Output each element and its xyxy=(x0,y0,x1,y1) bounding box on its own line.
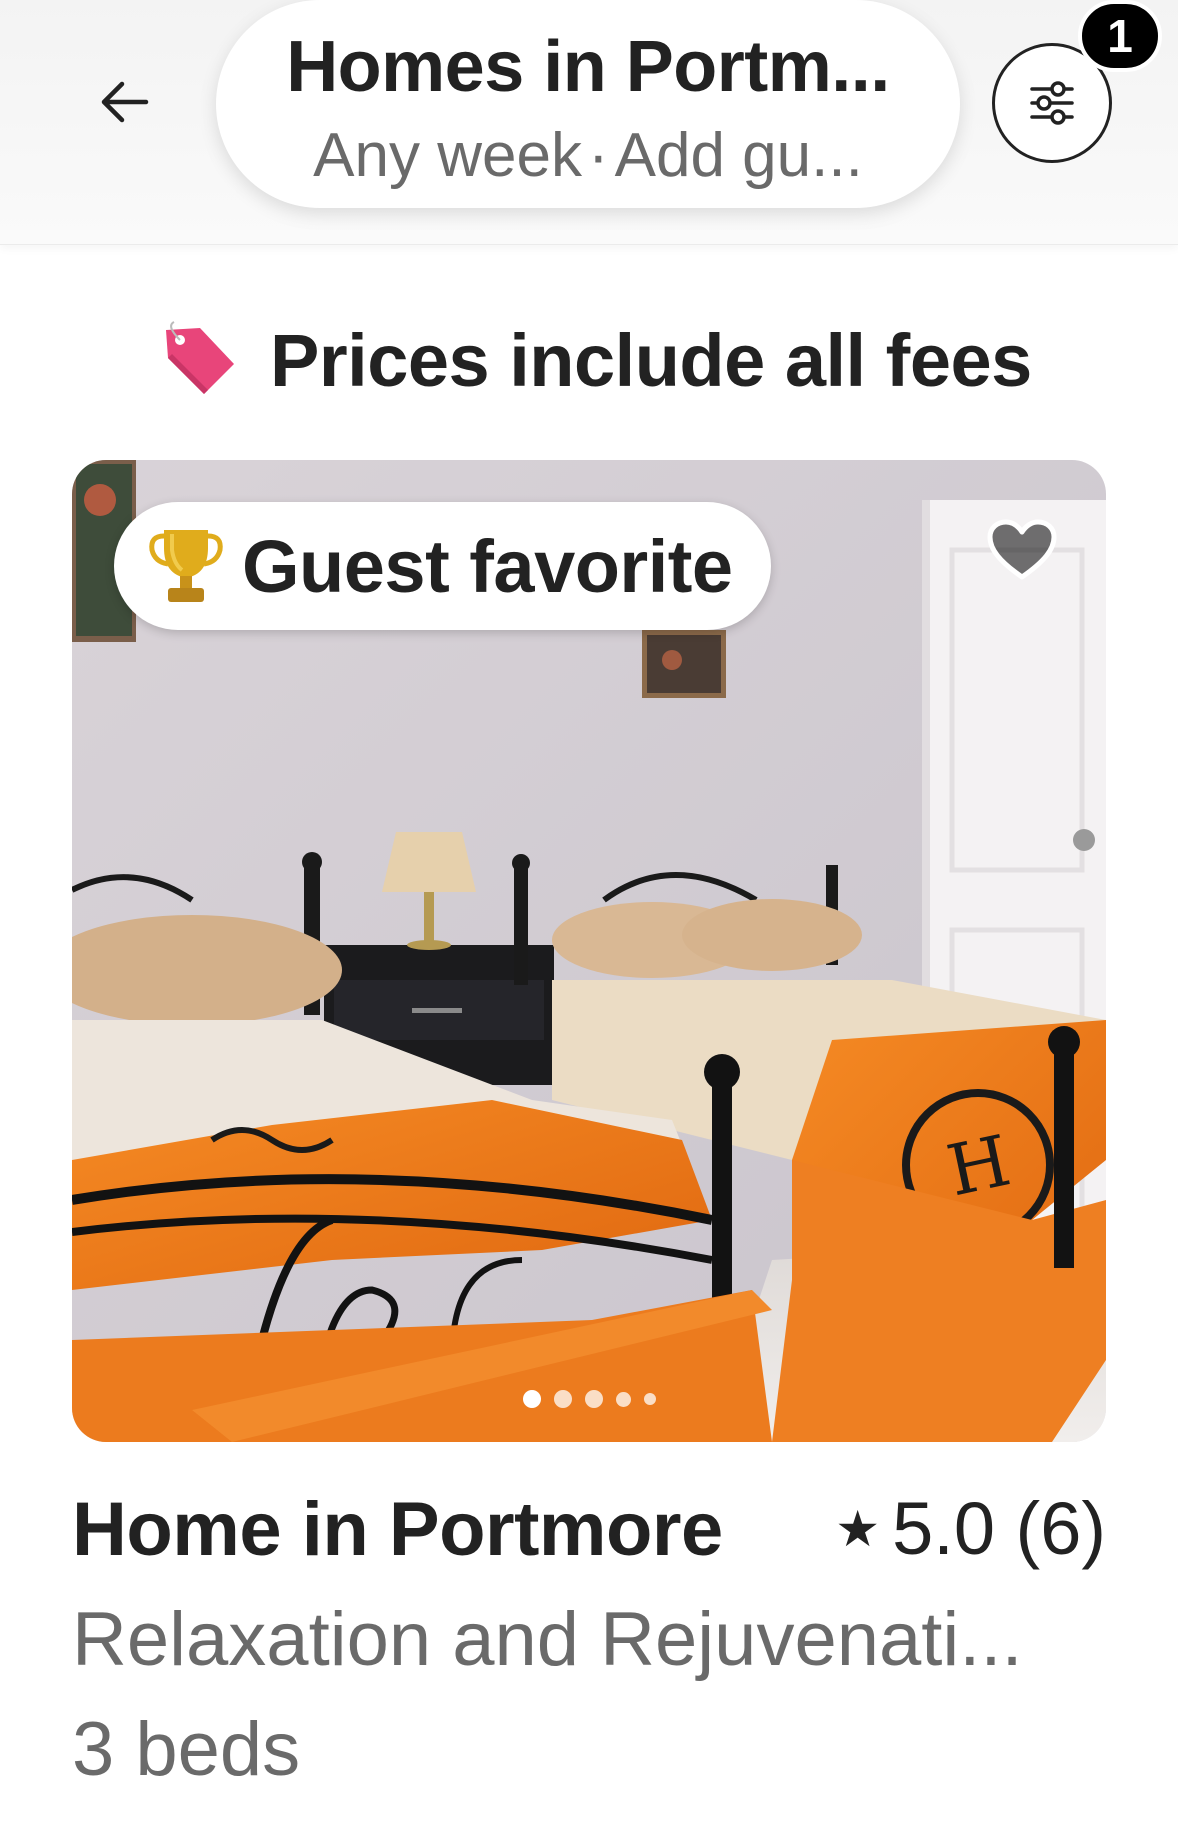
arrow-left-icon xyxy=(101,81,149,123)
price-tag-icon xyxy=(166,321,234,394)
listing-beds: 3 beds xyxy=(72,1707,301,1792)
price-notice-text: Prices include all fees xyxy=(270,318,1032,402)
listing-description: Relaxation and Rejuvenati... xyxy=(72,1597,1023,1682)
filter-count-badge: 1 xyxy=(1078,0,1162,72)
heart-icon xyxy=(987,519,1057,580)
star-icon: ★ xyxy=(835,1500,881,1557)
price-notice: Prices include all fees xyxy=(160,310,1032,410)
search-summary-button[interactable]: Homes in Portm... Any week·Add gu... xyxy=(216,0,960,208)
sliders-icon xyxy=(1030,81,1074,125)
search-dates: Any week xyxy=(313,121,582,190)
guest-favorite-badge: Guest favorite xyxy=(114,502,771,630)
photo-dot[interactable] xyxy=(584,1390,603,1408)
search-header: Homes in Portm... Any week·Add gu... 1 xyxy=(0,0,1178,245)
photo-dot[interactable] xyxy=(615,1391,631,1407)
trophy-icon xyxy=(149,530,223,602)
photo-dot[interactable] xyxy=(643,1393,656,1405)
search-location: Homes in Portm... xyxy=(286,27,890,107)
separator-dot: · xyxy=(587,121,609,190)
photo-pagination[interactable] xyxy=(72,1390,1106,1408)
photo-dot[interactable] xyxy=(553,1390,572,1408)
rating-value: 5.0 (6) xyxy=(892,1487,1106,1570)
photo-dot[interactable] xyxy=(522,1390,541,1408)
listing-rating: ★ 5.0 (6) xyxy=(835,1486,1106,1571)
back-button[interactable] xyxy=(94,72,154,132)
listing-title[interactable]: Home in Portmore xyxy=(72,1486,723,1573)
listing-photo[interactable]: H Guest favorite xyxy=(72,460,1106,1442)
search-details: Any week·Add gu... xyxy=(313,118,863,194)
guest-favorite-label: Guest favorite xyxy=(242,524,733,608)
wishlist-button[interactable] xyxy=(980,508,1064,592)
search-guests: Add gu... xyxy=(614,121,863,190)
